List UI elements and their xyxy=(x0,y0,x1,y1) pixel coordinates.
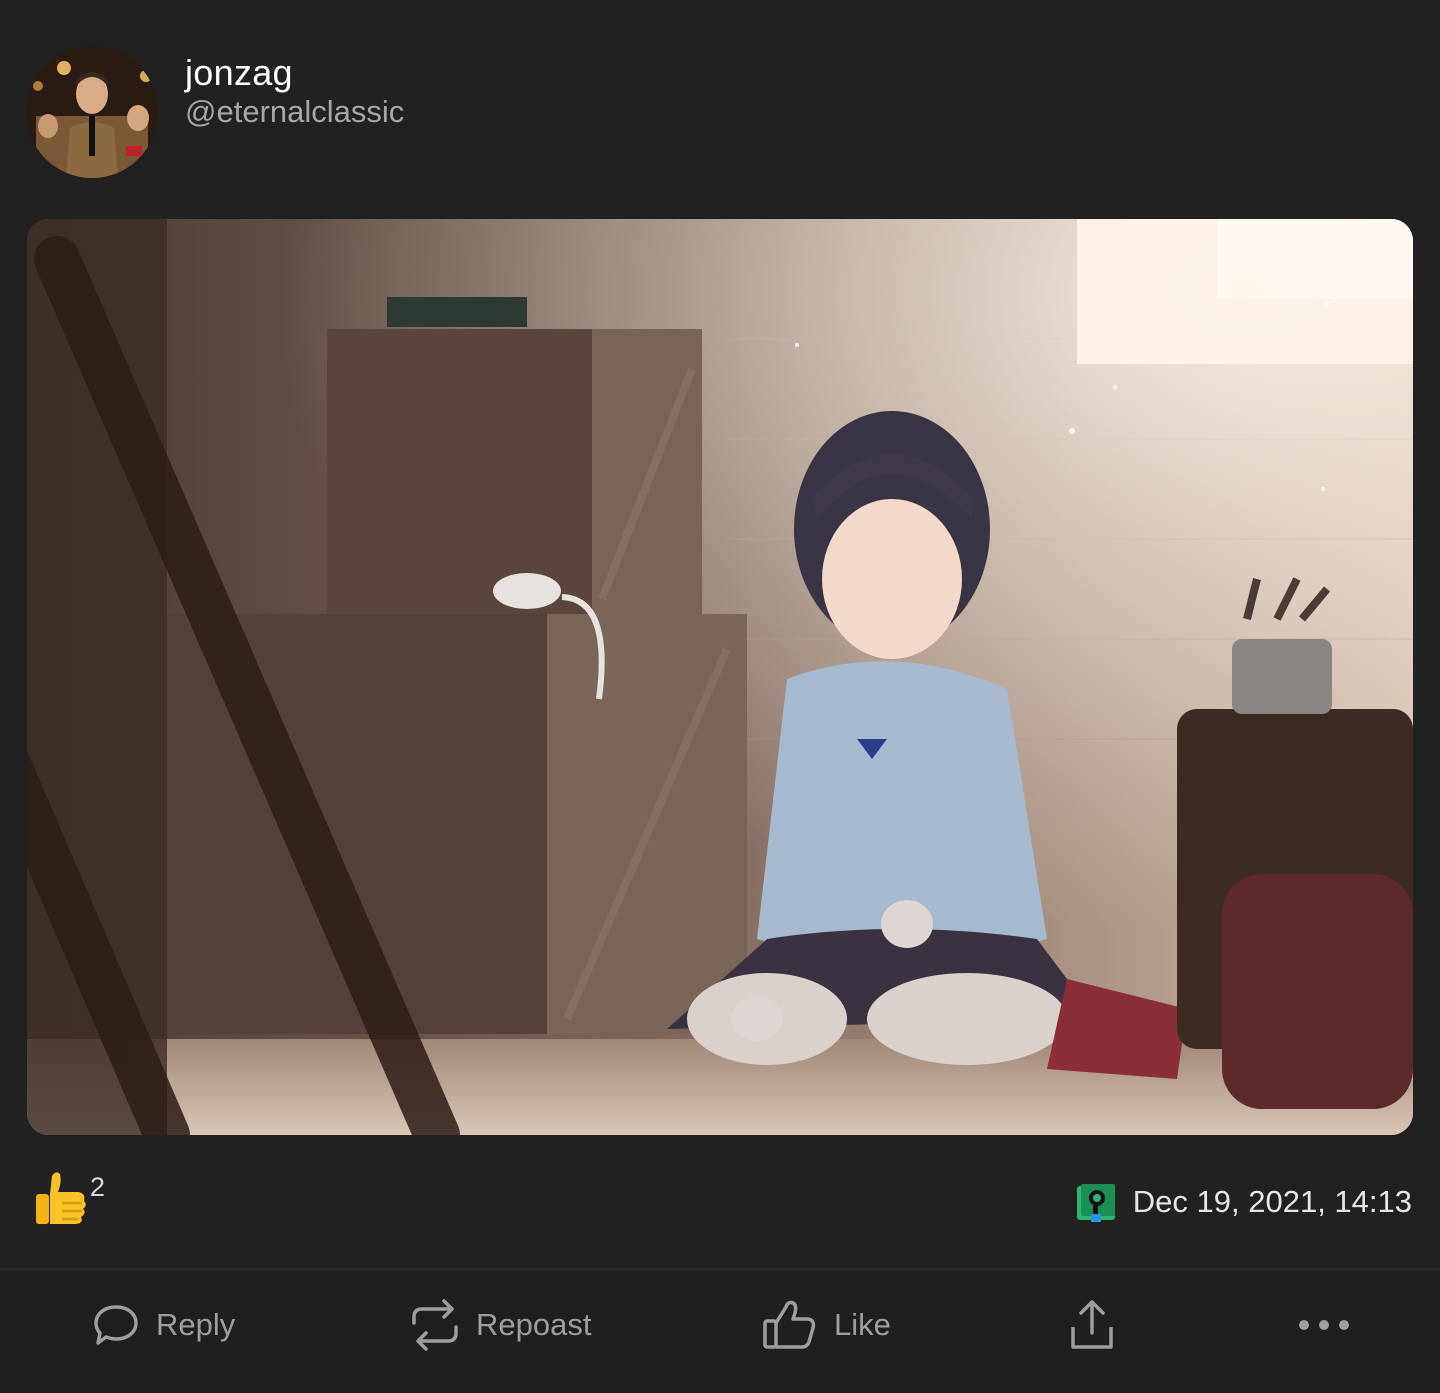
thumbs-up-emoji-icon xyxy=(36,1172,86,1224)
client-app-logo-icon[interactable] xyxy=(1075,1180,1119,1224)
repost-icon xyxy=(412,1299,458,1351)
avatar[interactable] xyxy=(26,46,158,178)
more-icon xyxy=(1299,1320,1349,1330)
post-image[interactable] xyxy=(27,219,1413,1135)
reply-label: Reply xyxy=(156,1307,236,1342)
like-label: Like xyxy=(834,1307,891,1342)
repost-label: Repoast xyxy=(476,1307,592,1342)
user-handle[interactable]: @eternalclassic xyxy=(185,94,404,130)
repost-button[interactable]: Repoast xyxy=(410,1270,591,1380)
more-options-button[interactable] xyxy=(1296,1270,1352,1380)
share-icon xyxy=(1071,1300,1113,1349)
reaction-count: 2 xyxy=(90,1171,106,1202)
reply-button[interactable]: Reply xyxy=(92,1270,235,1380)
action-bar: Reply Repoast Like xyxy=(0,1270,1440,1393)
profile-photo xyxy=(26,46,158,178)
reaction-summary[interactable]: 2 xyxy=(32,1168,105,1228)
anime-illustration xyxy=(27,219,1413,1135)
display-name[interactable]: jonzag xyxy=(185,52,293,94)
thumbs-up-icon xyxy=(763,1300,816,1349)
share-button[interactable] xyxy=(1068,1270,1116,1380)
like-button[interactable]: Like xyxy=(762,1270,891,1380)
speech-bubble-icon xyxy=(94,1305,138,1345)
post-meta: Dec 19, 2021, 14:13 xyxy=(1075,1180,1412,1224)
post-timestamp[interactable]: Dec 19, 2021, 14:13 xyxy=(1133,1184,1412,1220)
